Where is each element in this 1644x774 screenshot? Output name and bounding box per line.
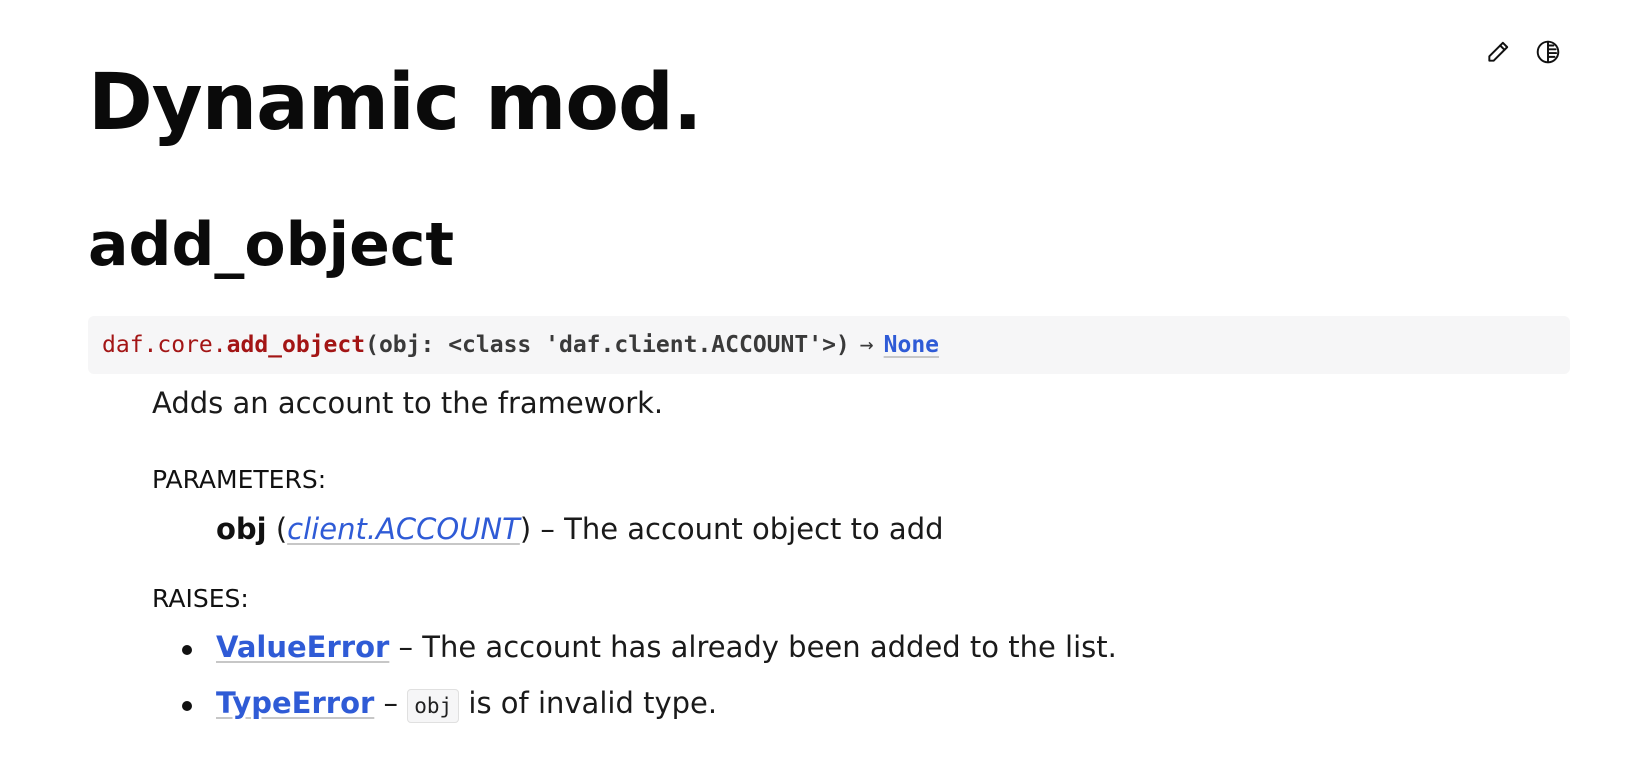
signature-params: (obj: <class 'daf.client.ACCOUNT'>) (365, 332, 850, 358)
signature-module-prefix: daf.core. (102, 332, 227, 358)
list-item: TypeError – obj is of invalid type. (182, 686, 1117, 742)
theme-toggle-icon[interactable] (1534, 38, 1562, 66)
section-title: add_object (88, 210, 455, 280)
signature-function-name: add_object (226, 332, 366, 358)
parameter-open-paren: ( (266, 512, 288, 546)
bullet-icon (182, 701, 192, 711)
inline-code: obj (407, 689, 460, 723)
parameter-description: – The account object to add (531, 512, 944, 546)
function-description: Adds an account to the framework. (152, 386, 664, 420)
parameter-item: obj (client.ACCOUNT) – The account objec… (216, 512, 944, 546)
signature-arrow: → (859, 332, 874, 358)
parameter-type-link[interactable]: client.ACCOUNT (287, 512, 520, 546)
function-signature: daf.core. add_object (obj: <class 'daf.cli… (88, 316, 1570, 374)
raises-separator: – (374, 686, 408, 720)
raises-list: ValueError – The account has already bee… (182, 630, 1117, 742)
page-toolbar (1484, 38, 1562, 66)
signature-return-type-link[interactable]: None (884, 332, 939, 358)
raises-description: The account has already been added to th… (422, 630, 1117, 664)
exception-link-valueerror[interactable]: ValueError (216, 630, 389, 664)
pencil-icon[interactable] (1484, 38, 1512, 66)
list-item: ValueError – The account has already bee… (182, 630, 1117, 686)
parameter-close-paren: ) (519, 512, 532, 546)
bullet-icon (182, 645, 192, 655)
raises-label: RAISES: (152, 584, 249, 613)
raises-separator: – (389, 630, 423, 664)
parameter-name: obj (216, 512, 267, 546)
raises-description: is of invalid type. (459, 686, 718, 720)
parameters-label: PARAMETERS: (152, 465, 327, 494)
page-title: Dynamic mod. (88, 58, 702, 148)
exception-link-typeerror[interactable]: TypeError (216, 686, 374, 720)
